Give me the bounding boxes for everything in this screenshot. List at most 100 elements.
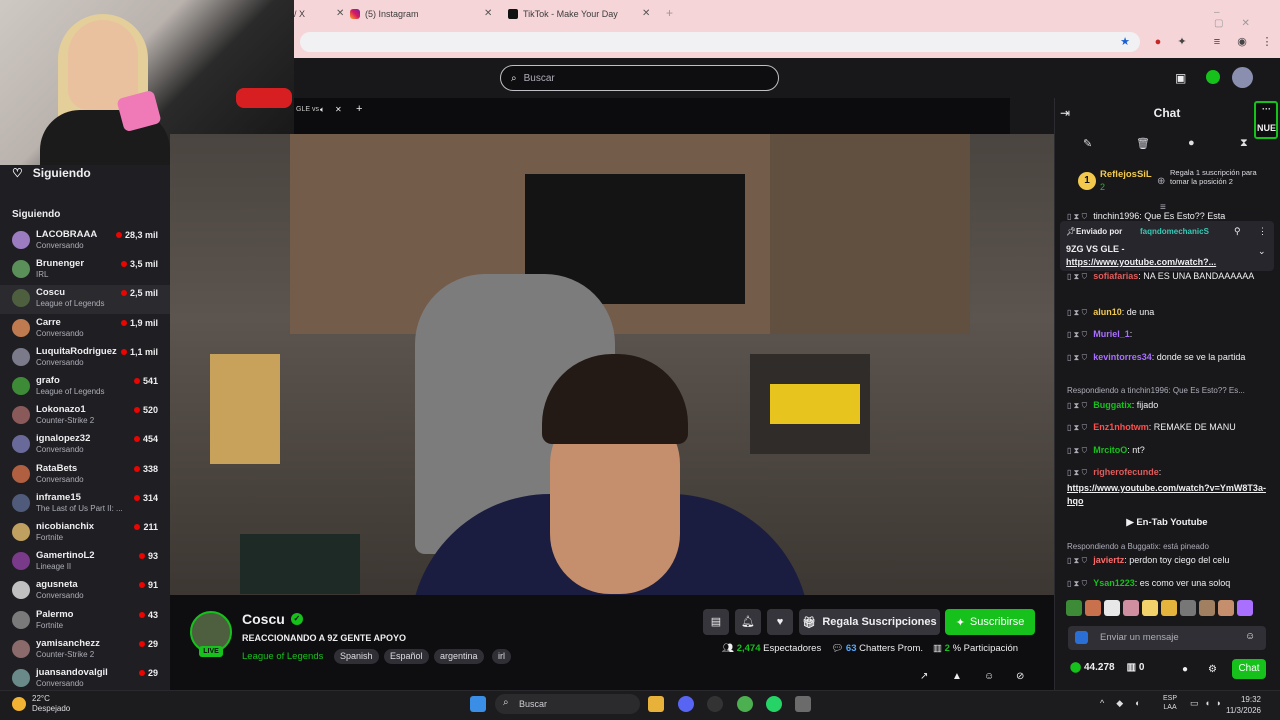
chevron-down-icon[interactable]: ⌄ [1258,246,1266,257]
mod-icons[interactable]: ▯ ⧗ ⛉ [1067,272,1087,281]
mod-icons[interactable]: ▯ ⧗ ⛉ [1067,556,1087,565]
clipboard-icon[interactable]: ▤ [703,609,729,635]
chat-input[interactable]: Enviar un mensaje [1068,626,1266,650]
speaker-icon[interactable]: 🔈︎ [320,105,325,115]
chrome-icon[interactable] [737,696,753,712]
add-icon[interactable]: + [356,103,362,115]
kebab-icon[interactable]: ⋮ [1258,226,1267,237]
puzzle-icon[interactable]: ✦ [1175,35,1189,49]
emote-bar[interactable] [1066,600,1266,618]
chat-username[interactable]: sofiafarias [1093,271,1138,281]
search-input[interactable]: ⌕ Buscar [500,65,779,91]
address-field[interactable] [300,32,1140,52]
warning-icon[interactable]: ▲ [952,671,962,682]
star-icon[interactable]: ★ [1118,35,1132,49]
chat-username[interactable]: Ysan1223 [1093,578,1135,588]
sidebar-channel[interactable]: ignalopez32 Conversando 454 [0,431,170,460]
sidebar-channel[interactable]: agusneta Conversando 91 [0,577,170,606]
video-player[interactable] [170,134,1054,595]
whatsapp-icon[interactable] [766,696,782,712]
subscribe-button[interactable]: ✦ Suscribirse [945,609,1035,635]
pinned-by-user[interactable]: faqndomechanicS [1140,227,1209,236]
sidebar-channel[interactable]: grafo League of Legends 541 [0,373,170,402]
mod-icons[interactable]: ▯ ⧗ ⛉ [1067,330,1087,339]
windows-start-icon[interactable] [470,696,486,712]
close-icon[interactable]: ✕ [484,8,492,19]
chat-username[interactable]: MrcitoO [1093,445,1127,455]
link-message[interactable]: https://www.youtube.com/watch?v=YmW8T3a-… [1067,482,1267,508]
chat-username[interactable]: Enz1nhotwm [1093,422,1149,432]
heart-icon[interactable]: ♥ [767,609,793,635]
pinned-message[interactable]: 📌︎ Enviado por faqndomechanicS ⚲ ⋮ 9ZG V… [1060,221,1274,271]
users-icon[interactable]: ☺ [984,671,994,682]
tag[interactable]: irl [492,649,511,664]
kebab-menu-icon[interactable]: ⋮ [1260,35,1274,49]
unpin-icon[interactable]: ⚲ [1234,226,1241,237]
bell-icon[interactable]: 🔔︎ [735,609,761,635]
sidebar-channel[interactable]: LACOBRAAA Conversando 28,3 mil [0,227,170,256]
sidebar-channel[interactable]: nicobianchix Fortnite 211 [0,519,170,548]
sidebar-channel[interactable]: LuquitaRodriguez Conversando 1,1 mil [0,344,170,373]
sidebar-channel[interactable]: Coscu League of Legends 2,5 mil [0,285,170,315]
sidebar-channel[interactable]: Palermo Fortnite 43 [0,607,170,636]
emoji-icon[interactable]: ☺ [1245,631,1255,642]
language-indicator[interactable]: ESP LAA [1163,694,1177,712]
sidebar-channel[interactable]: Carre Conversando 1,9 mil [0,315,170,344]
chat-username[interactable]: Buggatix [1093,400,1132,410]
game-link[interactable]: League of Legends [242,651,323,662]
chat-bubble-icon[interactable]: ● [1188,137,1195,149]
taskbar-search[interactable]: Buscar [495,694,640,714]
close-icon[interactable]: ✕ [336,8,344,19]
clock[interactable]: 19:32 11/3/2026 [1226,694,1261,716]
channel-name[interactable]: Coscu [242,611,285,627]
sidebar-channel[interactable]: yamisanchezz Counter-Strike 2 29 [0,636,170,665]
mod-icons[interactable]: ▯ ⧗ ⛉ [1067,353,1087,362]
app-icon[interactable] [795,696,811,712]
sidebar-channel[interactable]: RataBets Conversando 338 [0,461,170,490]
chat-username[interactable]: Muriel_1 [1093,329,1130,339]
inbox-icon[interactable]: ▣ [1175,71,1186,85]
bits-icon[interactable] [1075,631,1088,644]
avatar[interactable] [1232,67,1253,88]
mod-icons[interactable]: ▯ ⧗ ⛉ [1067,579,1087,588]
mod-icons[interactable]: ▯ ⧗ ⛉ [1067,446,1087,455]
folder-icon[interactable] [648,696,664,712]
player-tab-label[interactable]: GLE vs [296,106,319,113]
mod-icons[interactable]: ▯ ⧗ ⛉ [1067,308,1087,317]
chat-username[interactable]: alun10 [1093,307,1122,317]
tab-tiktok[interactable]: TikTok - Make Your Day [508,6,644,22]
chat-settings-icon[interactable]: ● [1182,664,1188,675]
mod-icons[interactable]: ▯ ⧗ ⛉ [1067,423,1087,432]
network-volume-icons[interactable]: ▭◖◗ [1190,698,1227,709]
window-controls[interactable]: –▢✕ [1214,7,1280,29]
menu-list-icon[interactable]: ≡ [1210,35,1224,49]
tag[interactable]: argentina [434,649,484,664]
extension-icon[interactable]: ● [1151,35,1165,49]
kick-icon[interactable] [1206,70,1220,84]
share-icon[interactable]: ↗ [920,671,928,682]
mod-icons[interactable]: ▯ ⧗ ⛉ [1067,468,1087,477]
close-icon[interactable]: ✕ [335,105,342,114]
profile-icon[interactable]: ◉ [1235,35,1249,49]
tag[interactable]: Español [384,649,429,664]
pin-tool-icon[interactable]: ✎ [1083,137,1092,150]
discord-icon[interactable] [678,696,694,712]
tray-icons[interactable]: ^◆◐ [1100,698,1153,709]
message-link[interactable]: https://www.youtube.com/watch?v=YmW8T3a-… [1067,483,1266,506]
gear-icon[interactable]: ⚙ [1208,664,1217,675]
chat-username[interactable]: righerofecunde [1093,467,1159,477]
sidebar-channel[interactable]: Brunenger IRL 3,5 mil [0,256,170,285]
sidebar-channel[interactable]: inframe15 The Last of Us Part II: ... 31… [0,490,170,519]
trash-icon[interactable]: 🗑︎ [1136,137,1150,150]
tab-instagram[interactable]: (5) Instagram [350,6,486,22]
hourglass-icon[interactable]: ⧗ [1240,137,1248,150]
gift-subs-button[interactable]: 🎁︎ Regala Suscripciones [799,609,940,635]
channel-points[interactable]: ⬤ 44.278 ▥ 0 [1070,662,1144,673]
sidebar-channel[interactable]: GamertinoL2 Lineage II 93 [0,548,170,577]
sidebar-header[interactable]: ♡ Siguiendo [12,166,91,180]
tab-x[interactable]: / X [294,6,334,22]
mute-icon[interactable]: ⊘ [1016,671,1024,682]
leaderboard[interactable]: 1 ReflejosSiL 2 ⊕ Regala 1 suscripción p… [1062,166,1272,200]
sidebar-channel[interactable]: Lokonazo1 Counter-Strike 2 520 [0,402,170,431]
chat-username[interactable]: kevintorres34 [1093,352,1152,362]
